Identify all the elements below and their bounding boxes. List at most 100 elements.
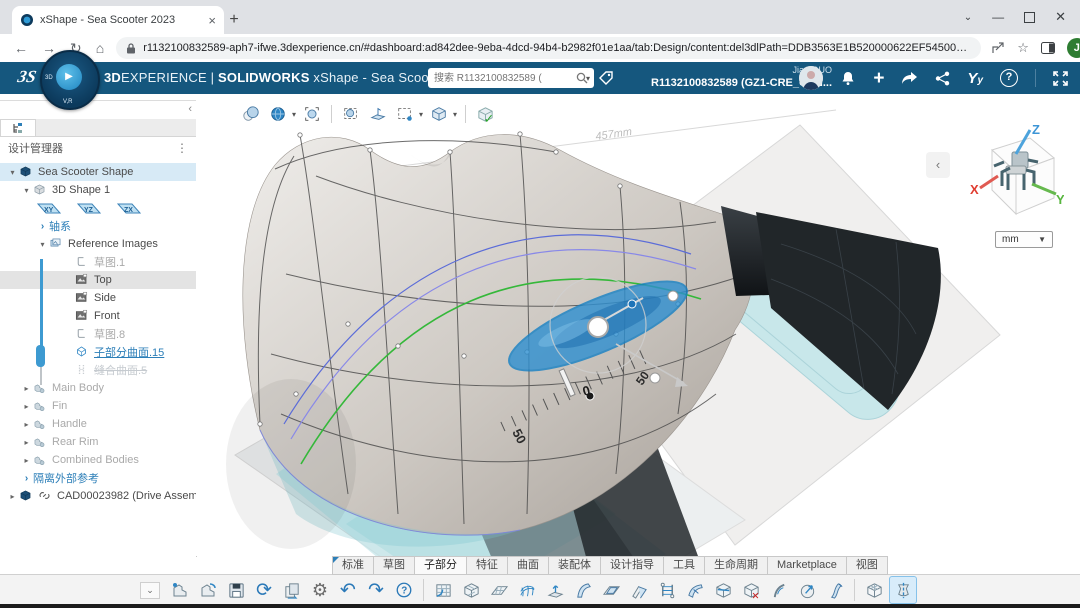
expand-arrow-icon[interactable]: ▸ bbox=[20, 384, 33, 393]
ribbon-tab-草图[interactable]: 草图 bbox=[374, 556, 415, 575]
side-panel-icon[interactable] bbox=[1041, 42, 1055, 54]
mesh-cube-icon[interactable] bbox=[861, 577, 887, 603]
planar-grid-icon[interactable] bbox=[486, 577, 512, 603]
window-maximize-button[interactable] bbox=[1024, 12, 1035, 23]
save-icon[interactable] bbox=[223, 577, 249, 603]
view-cube-widget[interactable]: X Y Z bbox=[964, 124, 1064, 229]
ribbon-tab-设计指导[interactable]: 设计指导 bbox=[601, 556, 664, 575]
tree-tab[interactable] bbox=[0, 119, 36, 136]
fullscreen-icon[interactable] bbox=[1053, 71, 1068, 86]
tree-item-handle[interactable]: ▸Handle bbox=[0, 415, 196, 433]
tab-search-chevron-icon[interactable]: ⌄ bbox=[964, 12, 972, 23]
capture-icon[interactable] bbox=[340, 103, 362, 125]
window-minimize-button[interactable]: — bbox=[992, 10, 1004, 24]
ribbon-tab-曲面[interactable]: 曲面 bbox=[508, 556, 549, 575]
tree-item-combined-bodies[interactable]: ▸Combined Bodies bbox=[0, 451, 196, 469]
user-avatar[interactable] bbox=[799, 66, 823, 90]
tree-item-草图-8[interactable]: 草图.8 bbox=[0, 325, 196, 343]
tree-item-轴系[interactable]: ›轴系 bbox=[0, 217, 196, 235]
tree-item-隔离外部参考[interactable]: ›隔离外部参考 bbox=[0, 469, 196, 487]
select-box-dropdown-icon[interactable]: ▾ bbox=[419, 110, 423, 119]
help-icon[interactable]: ? bbox=[1000, 69, 1018, 87]
3dexperience-compass[interactable]: ▶ 3D V,R bbox=[40, 50, 100, 110]
face-grid-icon[interactable] bbox=[430, 577, 456, 603]
view-cube-dropdown-icon[interactable]: ▾ bbox=[453, 110, 457, 119]
view-cube-icon[interactable] bbox=[428, 103, 450, 125]
tree-item-sea-scooter-shape[interactable]: ▾Sea Scooter Shape bbox=[0, 163, 196, 181]
tree-item-缝合曲面-5[interactable]: 缝合曲面.5 bbox=[0, 361, 196, 379]
delete-face-icon[interactable]: ✕ bbox=[738, 577, 764, 603]
sync-icon[interactable]: ⟳ bbox=[251, 577, 277, 603]
fold-icon[interactable] bbox=[626, 577, 652, 603]
symmetry-icon[interactable] bbox=[889, 576, 917, 604]
plane-icon-yz[interactable]: YZ bbox=[76, 201, 102, 216]
ribbon-tab-子部分[interactable]: 子部分 bbox=[415, 556, 467, 575]
right-panel-collapse-button[interactable]: ‹ bbox=[926, 152, 950, 178]
normal-to-icon[interactable] bbox=[367, 103, 389, 125]
address-bar[interactable]: r1132100832589-aph7-ifwe.3dexperience.cn… bbox=[116, 37, 981, 59]
tree-item-3d-shape-1[interactable]: ▾3D Shape 1 bbox=[0, 181, 196, 199]
extrude-icon[interactable] bbox=[542, 577, 568, 603]
open-shape-icon[interactable] bbox=[195, 577, 221, 603]
zoom-fit-icon[interactable] bbox=[301, 103, 323, 125]
inset-frame-icon[interactable] bbox=[598, 577, 624, 603]
tag-icon[interactable] bbox=[598, 70, 614, 86]
tab-close-icon[interactable]: × bbox=[208, 13, 216, 28]
display-style-dropdown-icon[interactable]: ▾ bbox=[292, 110, 296, 119]
search-box[interactable]: ▾ bbox=[428, 68, 594, 88]
ribbon-tab-特征[interactable]: 特征 bbox=[467, 556, 508, 575]
tree-item-top[interactable]: Top bbox=[0, 271, 196, 289]
tree-item-main-body[interactable]: ▸Main Body bbox=[0, 379, 196, 397]
tree-item-rear-rim[interactable]: ▸Rear Rim bbox=[0, 433, 196, 451]
expand-arrow-icon[interactable]: › bbox=[36, 221, 49, 232]
plane-icon-zx[interactable]: ZX bbox=[116, 201, 142, 216]
search-chevron-icon[interactable]: ▾ bbox=[586, 74, 590, 83]
curve-bend-icon[interactable] bbox=[766, 577, 792, 603]
ribbon-tab-标准[interactable]: 标准 bbox=[332, 556, 374, 575]
display-style-icon[interactable] bbox=[267, 103, 289, 125]
toolbar-expand-chevron[interactable]: ⌄ bbox=[140, 582, 160, 599]
compass-play-icon[interactable]: ▶ bbox=[56, 64, 82, 90]
history-timeline-handle[interactable] bbox=[36, 345, 45, 367]
tree-item-side[interactable]: Side bbox=[0, 289, 196, 307]
ribbon-tab-视图[interactable]: 视图 bbox=[847, 556, 888, 575]
convert-icon[interactable] bbox=[279, 577, 305, 603]
collapse-arrow-icon[interactable]: ▾ bbox=[20, 186, 33, 195]
back-icon[interactable]: ← bbox=[14, 40, 28, 56]
collapse-arrow-icon[interactable]: ▾ bbox=[36, 240, 49, 249]
bridge-icon[interactable] bbox=[654, 577, 680, 603]
split-icon[interactable] bbox=[710, 577, 736, 603]
3d-viewport[interactable]: 457mm bbox=[196, 94, 1080, 556]
tree-item-cad00023982-drive-assembl-[interactable]: ▸CAD00023982 (Drive Assembl... bbox=[0, 487, 196, 505]
expand-arrow-icon[interactable]: ▸ bbox=[20, 438, 33, 447]
tree-item-fin[interactable]: ▸Fin bbox=[0, 397, 196, 415]
collapse-arrow-icon[interactable]: ▾ bbox=[6, 168, 19, 177]
expand-arrow-icon[interactable]: ▸ bbox=[20, 402, 33, 411]
window-close-button[interactable]: ✕ bbox=[1055, 9, 1066, 25]
swym-icon[interactable]: Yy bbox=[967, 71, 983, 86]
app-title[interactable]: 3DEXPERIENCE | SOLIDWORKS xShape - Sea S… bbox=[104, 70, 480, 85]
box-mesh-icon[interactable] bbox=[458, 577, 484, 603]
ribbon-tab-marketplace[interactable]: Marketplace bbox=[768, 556, 847, 575]
curved-surface-icon[interactable] bbox=[570, 577, 596, 603]
tree-item-reference-images[interactable]: ▾Reference Images bbox=[0, 235, 196, 253]
expand-arrow-icon[interactable]: ▸ bbox=[6, 492, 19, 501]
browser-profile-avatar[interactable]: J bbox=[1067, 38, 1080, 58]
redo-icon[interactable]: ↷ bbox=[363, 577, 389, 603]
tree-item-front[interactable]: Front bbox=[0, 307, 196, 325]
help-icon[interactable]: ? bbox=[391, 577, 417, 603]
units-dropdown[interactable]: mm ▼ bbox=[995, 231, 1053, 248]
new-shape-icon[interactable] bbox=[167, 577, 193, 603]
validate-icon[interactable]: ✓ bbox=[474, 103, 496, 125]
shaded-spheres-icon[interactable] bbox=[240, 103, 262, 125]
browser-tab[interactable]: xShape - Sea Scooter 2023 × bbox=[12, 6, 224, 34]
settings-icon[interactable]: ⚙ bbox=[307, 577, 333, 603]
panel-menu-dots-icon[interactable]: ⋮ bbox=[176, 141, 188, 155]
ribbon-tab-工具[interactable]: 工具 bbox=[664, 556, 705, 575]
ribbon-tab-装配体[interactable]: 装配体 bbox=[549, 556, 601, 575]
select-box-icon[interactable] bbox=[394, 103, 416, 125]
tree-item-子部分曲面-15[interactable]: 子部分曲面.15 bbox=[0, 343, 196, 361]
expand-arrow-icon[interactable]: › bbox=[20, 473, 33, 484]
home-icon[interactable]: ⌂ bbox=[96, 40, 104, 56]
share-nodes-icon[interactable] bbox=[935, 71, 950, 86]
